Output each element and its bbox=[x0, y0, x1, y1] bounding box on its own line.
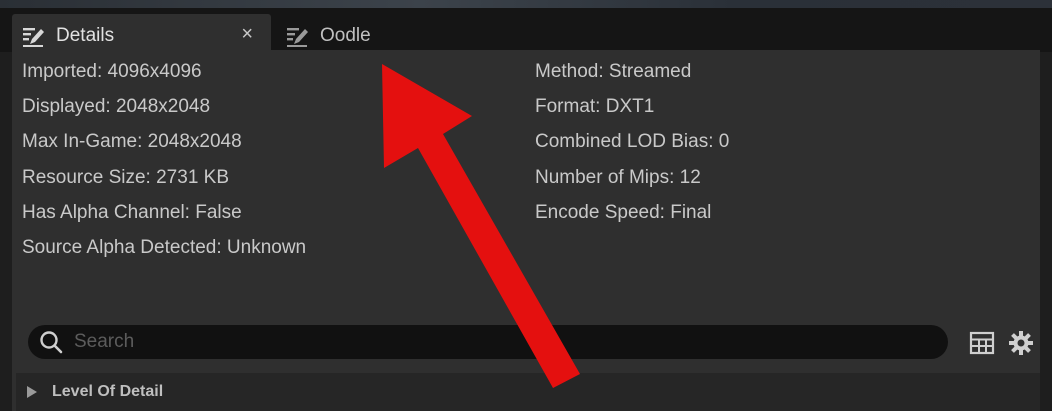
edit-icon bbox=[23, 28, 44, 47]
section-label: Level Of Detail bbox=[52, 383, 164, 400]
edit-icon bbox=[287, 28, 308, 47]
tab-details-label: Details bbox=[56, 25, 115, 46]
info-num-mips: Number of Mips: 12 bbox=[535, 167, 701, 188]
expand-triangle-icon[interactable] bbox=[26, 385, 38, 399]
search-placeholder: Search bbox=[74, 331, 135, 352]
info-imported: Imported: 4096x4096 bbox=[22, 61, 202, 82]
info-lod-bias: Combined LOD Bias: 0 bbox=[535, 131, 730, 152]
info-encode-speed: Encode Speed: Final bbox=[535, 202, 712, 223]
info-method: Method: Streamed bbox=[535, 61, 692, 82]
tab-oodle-label: Oodle bbox=[320, 25, 371, 46]
info-resource-size: Resource Size: 2731 KB bbox=[22, 167, 230, 188]
window-top-strip bbox=[0, 0, 1052, 8]
table-view-icon[interactable] bbox=[969, 330, 995, 356]
info-has-alpha: Has Alpha Channel: False bbox=[22, 202, 242, 223]
tab-bar: Details × Oodle bbox=[0, 8, 1052, 58]
search-icon bbox=[40, 331, 63, 354]
close-icon[interactable]: × bbox=[241, 24, 253, 44]
settings-gear-icon[interactable] bbox=[1008, 330, 1034, 356]
texture-details-window: Details × Oodle Imported: 4096x4096 Disp… bbox=[0, 0, 1052, 411]
info-displayed: Displayed: 2048x2048 bbox=[22, 96, 211, 117]
info-max-in-game: Max In-Game: 2048x2048 bbox=[22, 131, 242, 152]
section-level-of-detail[interactable]: Level Of Detail bbox=[16, 373, 1040, 411]
info-source-alpha: Source Alpha Detected: Unknown bbox=[22, 237, 307, 258]
search-input[interactable]: Search bbox=[28, 325, 948, 359]
info-format: Format: DXT1 bbox=[535, 96, 655, 117]
